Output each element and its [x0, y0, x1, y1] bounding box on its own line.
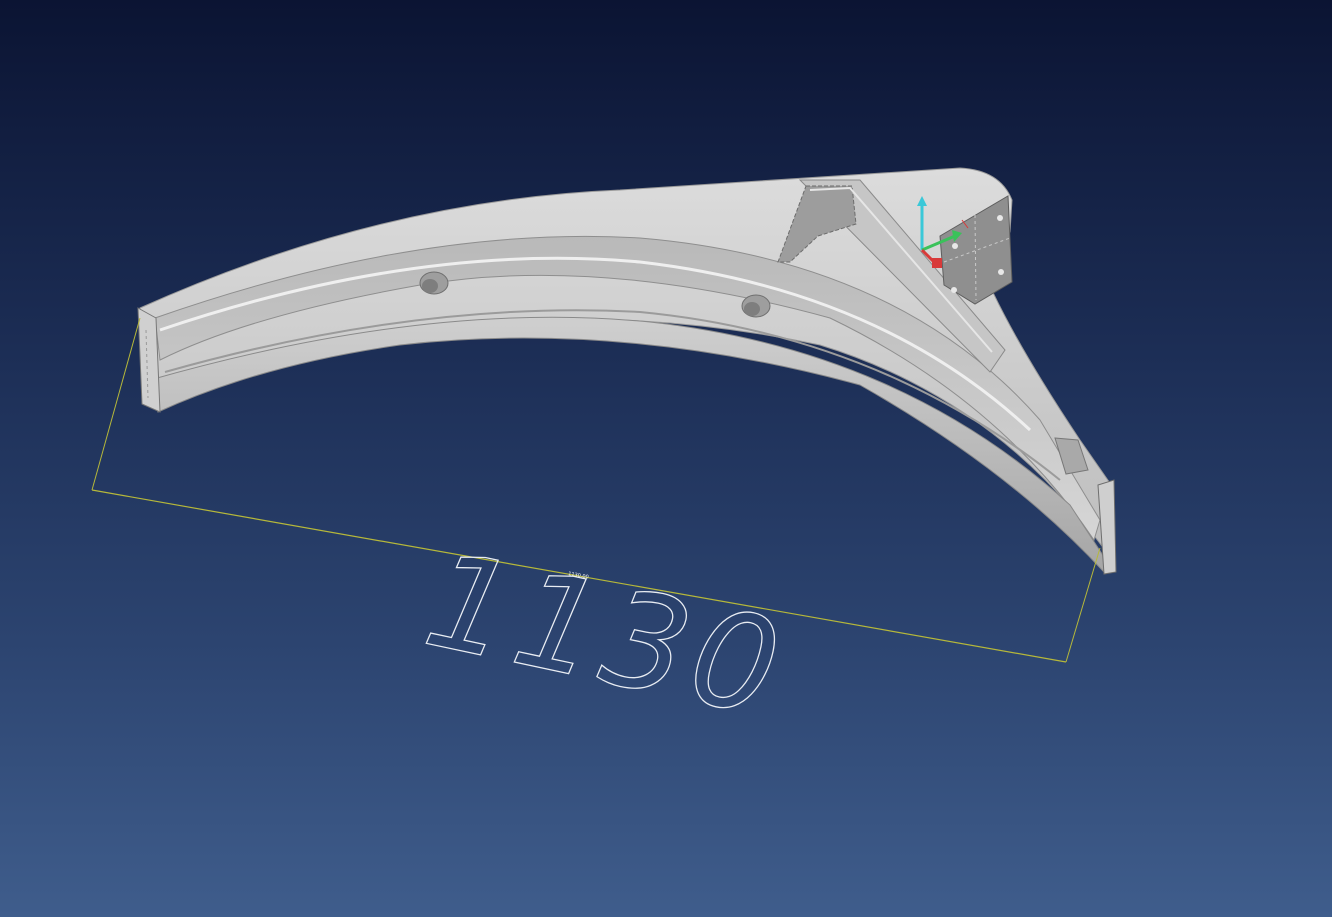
- rail-part[interactable]: [137, 167, 1117, 575]
- model-scene[interactable]: 1130.00 1130: [0, 0, 1332, 917]
- extension-line-left: [91, 317, 141, 491]
- block-hole-3: [952, 243, 958, 249]
- mounting-hole-left-inner: [422, 279, 438, 293]
- dimension-value-label[interactable]: 1130: [413, 522, 798, 749]
- block-hole-1: [997, 215, 1003, 221]
- block-hole-2: [998, 269, 1004, 275]
- rail-left-end-face: [137, 307, 161, 413]
- mounting-hole-right-inner: [744, 302, 760, 316]
- block-hole-4: [951, 287, 957, 293]
- cad-viewport[interactable]: 1130.00 1130: [0, 0, 1332, 917]
- extension-line-right: [1065, 547, 1101, 663]
- x-axis-box-icon: [932, 258, 942, 268]
